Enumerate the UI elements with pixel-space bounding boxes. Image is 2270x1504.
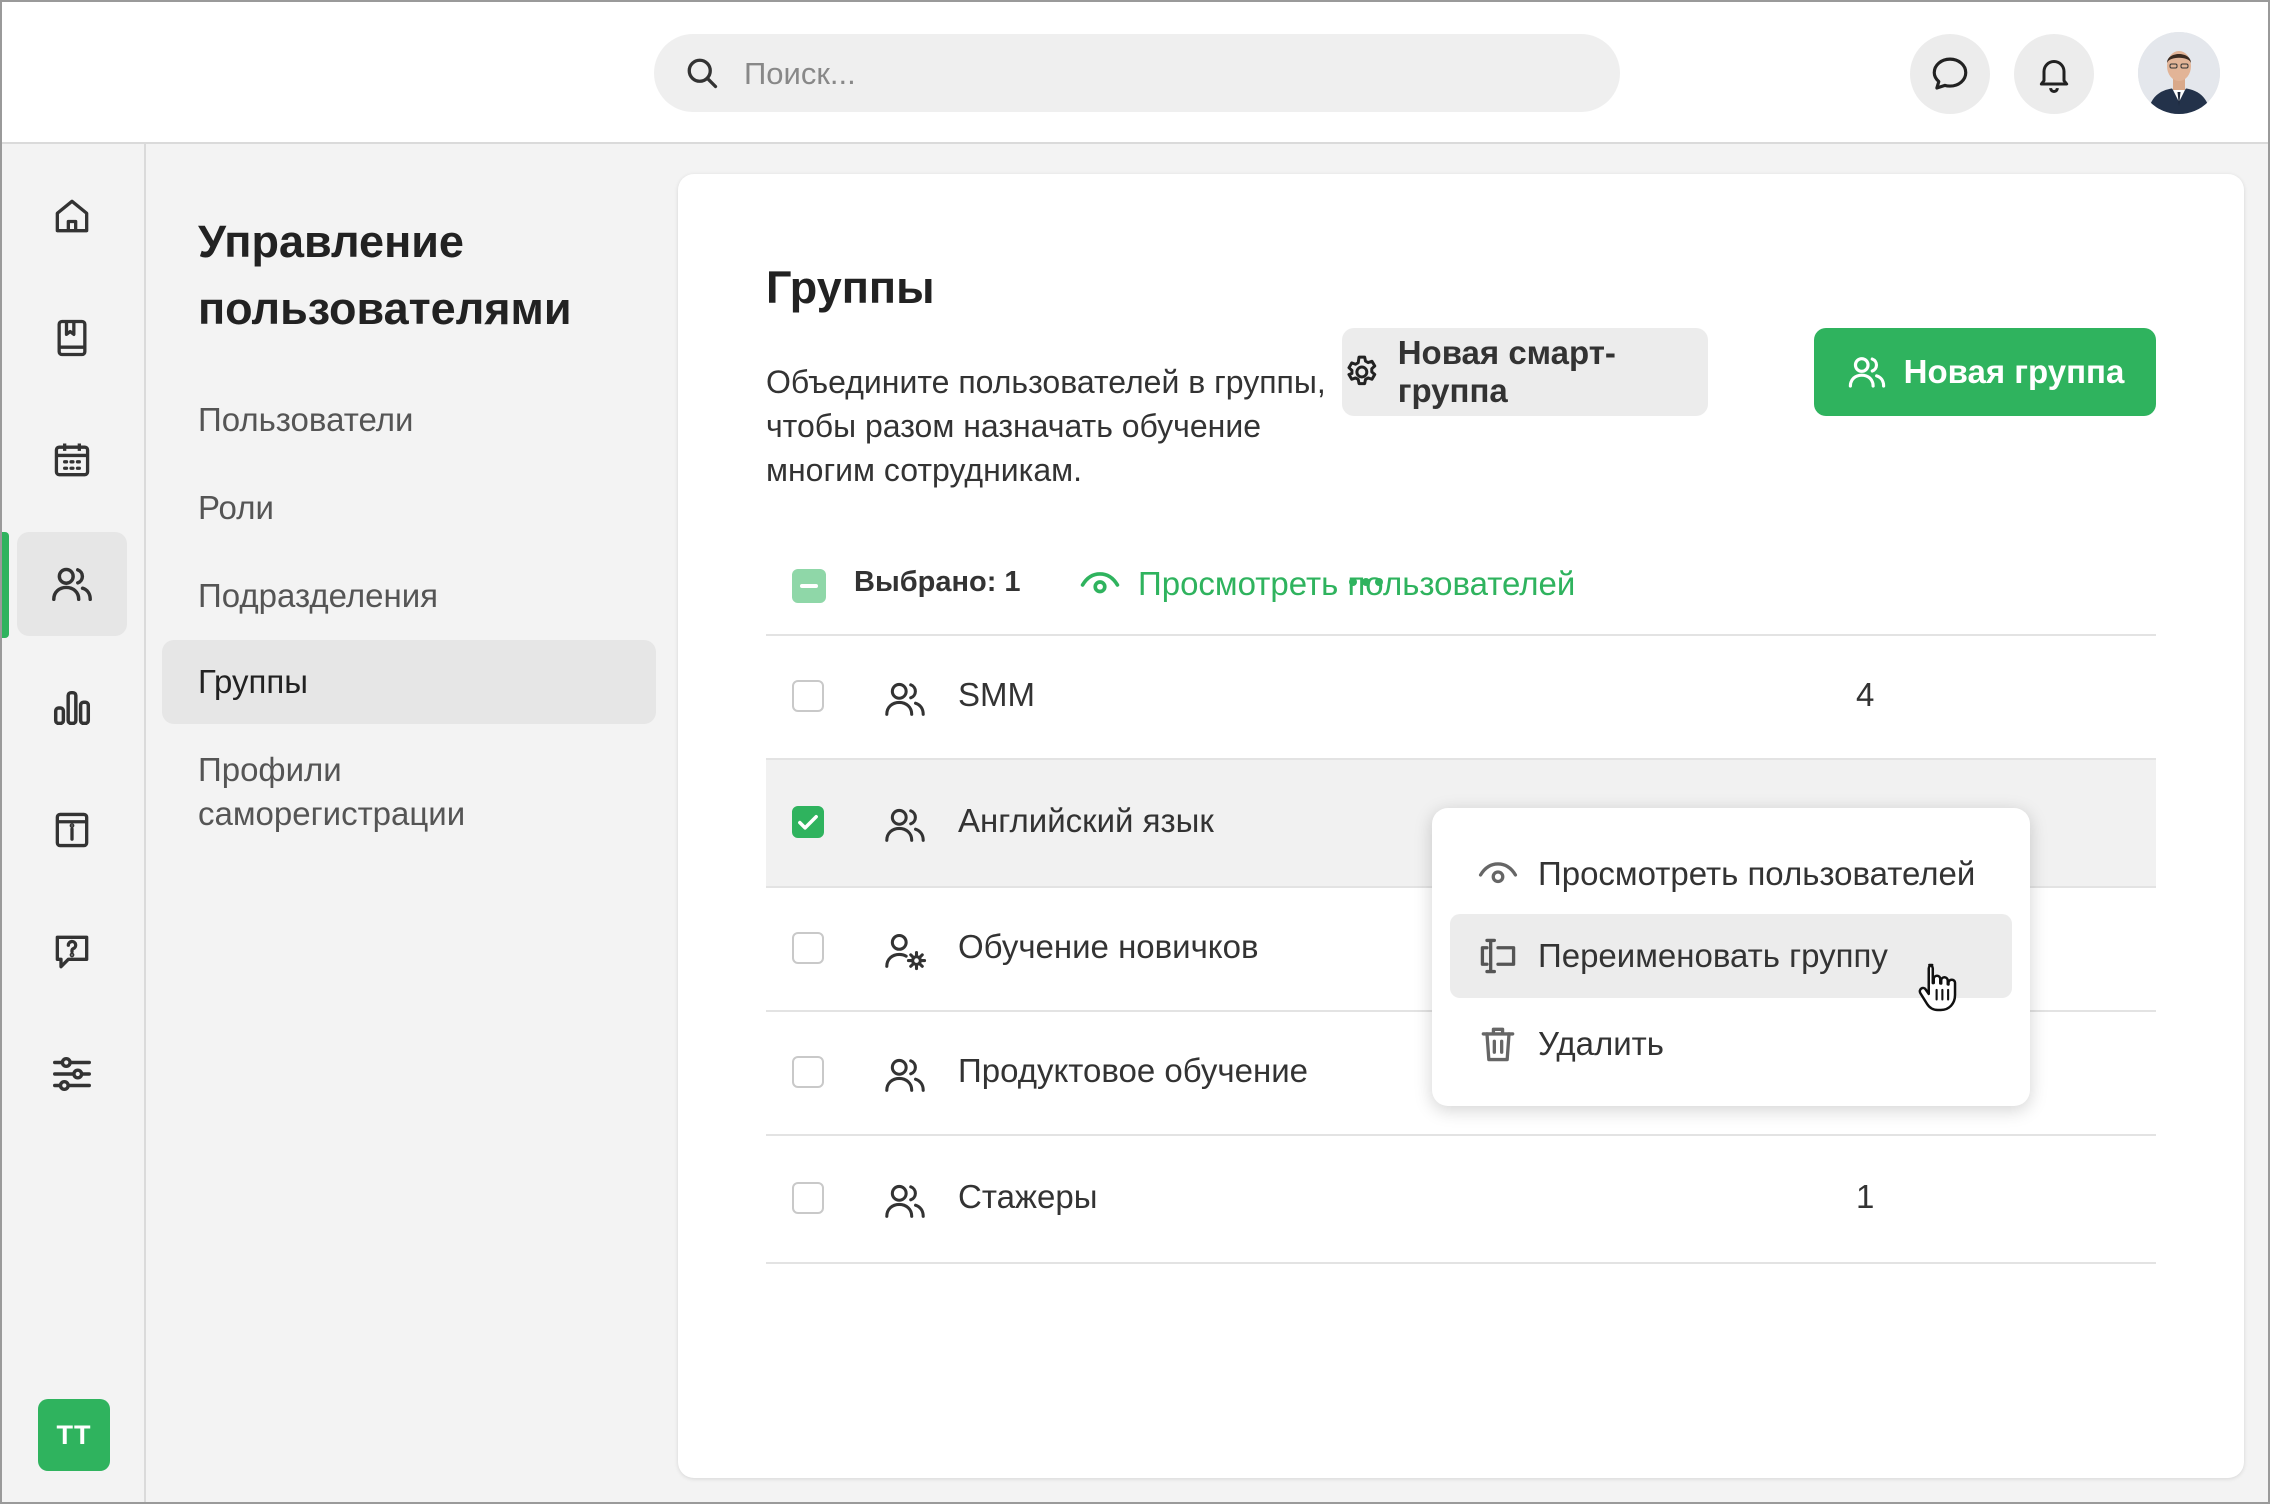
row-checkbox[interactable] <box>792 1182 824 1214</box>
new-smart-group-button[interactable]: Новая смарт-группа <box>1342 328 1708 416</box>
menu-item-delete[interactable]: Удалить <box>1450 1002 2012 1086</box>
users-icon <box>885 1184 925 1218</box>
subnav-item-roles[interactable]: Роли <box>162 484 656 532</box>
row-checkbox[interactable] <box>792 932 824 964</box>
trash-icon <box>1481 1027 1515 1062</box>
rail-settings[interactable] <box>17 1022 127 1126</box>
bell-icon <box>2039 60 2069 93</box>
subnav-item-departments[interactable]: Подразделения <box>162 572 656 620</box>
new-smart-group-label: Новая смарт-группа <box>1397 334 1616 409</box>
select-all-checkbox[interactable] <box>792 569 826 603</box>
section-title: Управление пользователями <box>198 216 572 334</box>
subnav-item-self-registration[interactable]: Профили саморегистрации <box>162 746 642 838</box>
subnav-item-users[interactable]: Пользователи <box>162 396 656 444</box>
row-checkbox[interactable] <box>792 806 824 838</box>
rail-help[interactable] <box>17 900 127 1004</box>
group-row[interactable]: SMM 4 <box>766 636 2156 760</box>
users-icon <box>1848 357 1885 388</box>
help-icon <box>55 935 89 969</box>
home-icon <box>55 199 89 233</box>
rail-home[interactable] <box>17 164 127 268</box>
group-name: Продуктовое обучение <box>958 1052 1308 1089</box>
rail-active-indicator <box>2 532 9 638</box>
top-bar <box>2 2 2268 144</box>
group-name: Стажеры <box>958 1178 1098 1215</box>
eye-icon <box>1478 862 1518 884</box>
group-name: SMM <box>958 676 1035 713</box>
chart-icon <box>53 690 91 726</box>
info-icon <box>55 812 89 848</box>
view-users-action[interactable]: Просмотреть пользователей <box>1078 560 1575 608</box>
bulk-actions-toolbar: Выбрано: 1 Просмотреть пользователей <box>766 546 2156 634</box>
settings-sliders-icon <box>53 1056 91 1092</box>
icon-rail: TT <box>2 144 146 1502</box>
menu-item-view-users[interactable]: Просмотреть пользователей <box>1450 832 2012 916</box>
selected-count: Выбрано: 1 <box>854 566 1021 598</box>
rename-icon <box>1480 938 1516 974</box>
rail-info[interactable] <box>17 778 127 882</box>
menu-item-label: Переименовать группу <box>1538 937 1888 974</box>
search-input[interactable] <box>742 34 1586 114</box>
gear-icon <box>1347 355 1377 386</box>
users-icon <box>885 1058 925 1092</box>
current-user-badge[interactable]: TT <box>38 1399 110 1471</box>
page-description: Объедините пользователей в группы, чтобы… <box>766 364 1326 488</box>
eye-icon <box>1080 572 1120 594</box>
menu-item-label: Удалить <box>1538 1025 1664 1062</box>
user-avatar[interactable] <box>2138 32 2220 114</box>
subnav-item-groups[interactable]: Группы <box>162 640 656 724</box>
page-title: Группы <box>766 262 935 313</box>
row-checkbox[interactable] <box>792 1056 824 1088</box>
user-gear-icon <box>885 933 927 971</box>
new-group-label: Новая группа <box>1903 353 2125 390</box>
rail-users[interactable] <box>17 532 127 636</box>
group-row[interactable]: Стажеры 1 <box>766 1136 2156 1264</box>
new-group-button[interactable]: Новая группа <box>1814 328 2156 416</box>
hand-cursor-icon <box>1918 963 1957 1012</box>
row-checkbox[interactable] <box>792 680 824 712</box>
menu-item-label: Просмотреть пользователей <box>1538 855 1976 892</box>
notifications-button[interactable] <box>2014 34 2094 114</box>
checkmark-icon <box>798 815 818 830</box>
search-icon <box>687 58 718 89</box>
users-icon <box>885 682 925 716</box>
group-name: Обучение новичков <box>958 928 1259 965</box>
more-actions-button[interactable] <box>1336 558 1396 606</box>
users-icon <box>885 808 925 842</box>
chat-icon <box>1932 57 1968 90</box>
app-window: TT Управление пользователями Пользовател… <box>0 0 2270 1504</box>
calendar-icon <box>54 443 90 477</box>
user-avatar-photo <box>2138 32 2220 114</box>
rail-courses[interactable] <box>17 286 127 390</box>
group-name: Английский язык <box>958 802 1214 839</box>
group-member-count: 4 <box>1856 676 1875 713</box>
rail-analytics[interactable] <box>17 656 127 760</box>
users-icon <box>52 567 92 602</box>
group-member-count: 1 <box>1856 1178 1875 1215</box>
search-box[interactable] <box>654 34 1620 114</box>
book-icon <box>57 319 87 357</box>
chat-button[interactable] <box>1910 34 1990 114</box>
more-horizontal-icon <box>1349 578 1383 586</box>
group-context-menu: Просмотреть пользователей Переименовать … <box>1432 808 2030 1106</box>
rail-calendar[interactable] <box>17 408 127 512</box>
